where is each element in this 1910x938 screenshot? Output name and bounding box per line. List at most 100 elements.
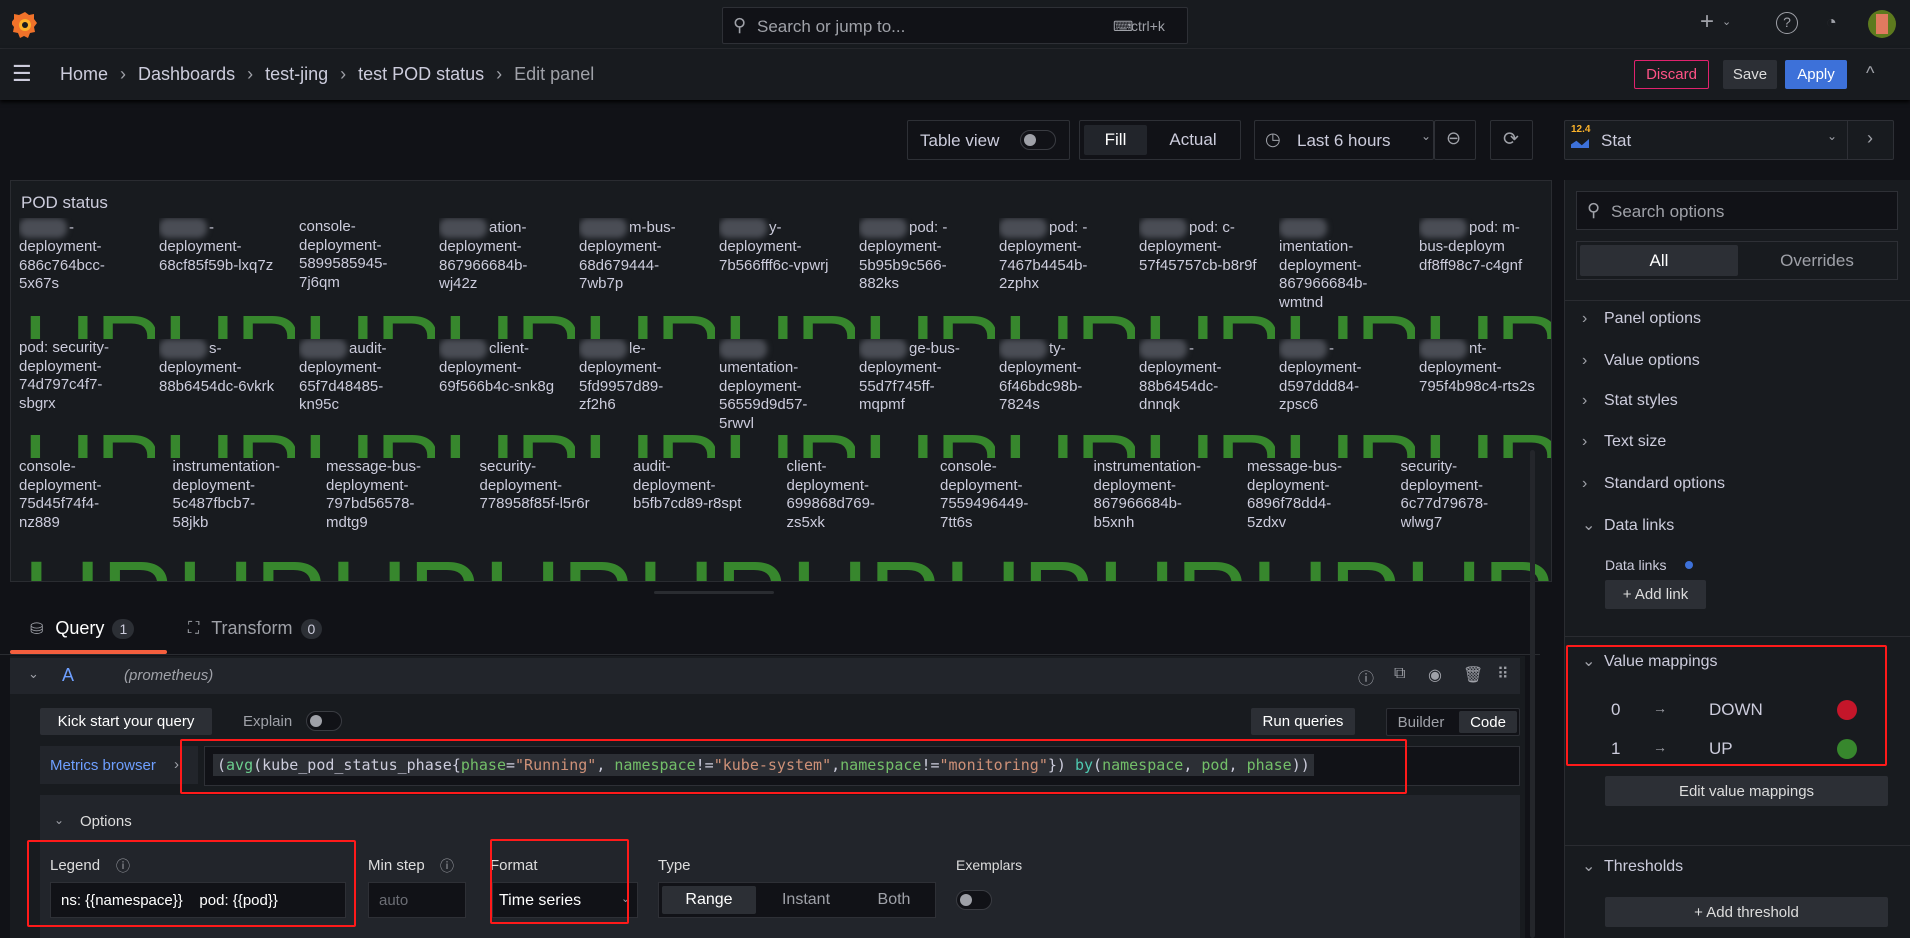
stat-cell[interactable]: UP pod: -deployment-5b95b9c566-882ks [859, 218, 995, 339]
discard-button[interactable]: Discard [1634, 60, 1709, 89]
explain-toggle[interactable] [306, 711, 342, 731]
add-threshold-button[interactable]: + Add threshold [1605, 897, 1888, 927]
section-value-options[interactable]: Value options [1582, 352, 1700, 370]
stat-cell[interactable]: UP message-bus-deployment-797bd56578-mdtg… [326, 458, 476, 581]
stat-cell[interactable]: UP ation-deployment-867966684b-wj42z [439, 218, 575, 339]
stat-cell[interactable]: UPnt-deployment-795f4b98c4-rts2s [1419, 339, 1551, 458]
section-text-size[interactable]: Text size [1582, 433, 1666, 451]
help-icon[interactable]: ? [1776, 12, 1798, 34]
options-title[interactable]: Options [80, 813, 132, 830]
section-thresholds[interactable]: Thresholds [1582, 856, 1683, 876]
stat-cell[interactable]: UP ty-deployment-6f46bdc98b-7824s [999, 339, 1135, 458]
stat-cell[interactable]: UP console-deployment-75d45f74f4-nz889 [19, 458, 169, 581]
stat-cell[interactable]: UP y-deployment-7b566fff6c-vpwrj [719, 218, 855, 339]
drag-handle-icon[interactable]: ⠿ [1497, 664, 1509, 684]
duplicate-icon[interactable]: ⧉ [1394, 665, 1405, 683]
run-queries-button[interactable]: Run queries [1251, 708, 1355, 735]
stat-cell[interactable]: UP -deployment-686c764bcc-5x67s [19, 218, 155, 339]
chevron-down-icon[interactable]: ⌄ [1722, 15, 1731, 28]
chevron-right-icon[interactable]: › [1867, 128, 1873, 149]
section-data-links[interactable]: Data links [1582, 515, 1674, 535]
stat-cell[interactable]: UP console-deployment-5899585945-7j6qm [299, 218, 435, 339]
exemplars-toggle[interactable] [956, 890, 992, 910]
breadcrumb-dashboard[interactable]: test POD status [358, 64, 484, 85]
query-ref-name[interactable]: A [62, 665, 74, 686]
type-both[interactable]: Both [855, 886, 933, 914]
stat-cell[interactable]: UPimentation-deployment-867966684b-wmtnd [1279, 218, 1415, 339]
apply-button[interactable]: Apply [1785, 60, 1847, 89]
refresh-button[interactable]: ⟳ [1490, 120, 1533, 160]
stat-cell[interactable]: UP client-deployment-699868d769-zs5xk [787, 458, 937, 581]
breadcrumb-home[interactable]: Home [60, 64, 108, 85]
section-panel-options[interactable]: Panel options [1582, 310, 1701, 328]
menu-icon[interactable]: ☰ [12, 63, 32, 85]
stat-cell[interactable]: UPumentation-deployment-56559d9d57-5rwvl [719, 339, 855, 458]
stat-cell[interactable]: UP -deployment-d597ddd84-zpsc6 [1279, 339, 1415, 458]
section-standard-options[interactable]: Standard options [1582, 475, 1725, 493]
zoom-out-button[interactable]: ⊖ [1434, 120, 1476, 160]
trash-icon[interactable]: 🗑 [1463, 665, 1483, 685]
chevron-down-icon[interactable]: ⌄ [54, 813, 64, 827]
section-stat-styles[interactable]: Stat styles [1582, 392, 1678, 410]
stat-cell[interactable]: UP -deployment-88b6454dc-dnnqk [1139, 339, 1275, 458]
table-view-toggle[interactable]: Table view [907, 120, 1070, 160]
query-expression[interactable]: (avg(kube_pod_status_phase{phase="Runnin… [213, 754, 1314, 776]
breadcrumb-dashboards[interactable]: Dashboards [138, 64, 235, 85]
stat-cell[interactable]: UP client-deployment-69f566b4c-snk8g [439, 339, 575, 458]
format-select[interactable]: Time series ⌄ [492, 882, 638, 918]
new-button[interactable]: + [1700, 8, 1714, 36]
stat-cell[interactable]: UP le-deployment-5fd9957d89-zf2h6 [579, 339, 715, 458]
tab-transform[interactable]: ⛶ Transform 0 [188, 618, 323, 639]
stat-cell[interactable]: UP security-deployment-778958f85f-l5r6r [480, 458, 630, 581]
stat-cell[interactable]: UP s-deployment-88b6454dc-6vkrk [159, 339, 295, 458]
query-row-header[interactable]: ⌄ A (prometheus) ⓘ ⧉ ◉ 🗑 ⠿ [10, 658, 1520, 694]
stat-cell[interactable]: UP pod: m-bus-deploym df8ff98c7-c4gnf [1419, 218, 1551, 339]
breadcrumb-folder[interactable]: test-jing [265, 64, 328, 85]
stat-cell[interactable]: UP console-deployment-7559496449-7tt6s [940, 458, 1090, 581]
stat-cell[interactable]: UP instrumentation-deployment-5c487fbcb7-… [173, 458, 323, 581]
grafana-logo-icon[interactable] [12, 10, 38, 40]
help-icon[interactable]: ⓘ [1358, 665, 1374, 689]
legend-input[interactable]: ns: {{namespace}} pod: {{pod}} [50, 882, 346, 918]
stat-cell[interactable]: UP audit-deployment-b5fb7cd89-r8spt [633, 458, 783, 581]
visualization-picker[interactable]: 12.4 Stat ⌄ › [1564, 120, 1894, 160]
stat-cell[interactable]: UP audit-deployment-65f7d48485-kn95c [299, 339, 435, 458]
fill-button[interactable]: Fill [1084, 125, 1147, 155]
tab-all[interactable]: All [1580, 245, 1738, 276]
type-range[interactable]: Range [662, 886, 756, 914]
min-step-input[interactable]: auto [368, 882, 466, 918]
stat-cell[interactable]: UP instrumentation-deployment-867966684b-… [1094, 458, 1244, 581]
table-view-switch[interactable] [1020, 130, 1056, 150]
query-editor[interactable]: (avg(kube_pod_status_phase{phase="Runnin… [204, 746, 1520, 786]
stat-cell[interactable]: UP security-deployment-6c77d79678-wlwg7 [1401, 458, 1551, 581]
avatar[interactable] [1868, 10, 1896, 38]
edit-value-mappings-button[interactable]: Edit value mappings [1605, 776, 1888, 806]
section-value-mappings[interactable]: Value mappings [1582, 651, 1718, 671]
search-options-input[interactable]: ⚲ Search options [1576, 191, 1898, 230]
type-instant[interactable]: Instant [759, 886, 853, 914]
eye-icon[interactable]: ◉ [1428, 665, 1442, 685]
stat-cell[interactable]: UP -deployment-68cf85f59b-lxq7z [159, 218, 295, 339]
stat-cell[interactable]: UP pod: c-deployment-57f45757cb-b8r9f [1139, 218, 1275, 339]
resize-handle[interactable] [654, 591, 774, 594]
stat-cell[interactable]: UP pod: security-deployment-74d797c4f7-sb… [19, 339, 155, 458]
scrollbar[interactable] [1530, 450, 1535, 938]
actual-button[interactable]: Actual [1150, 125, 1236, 155]
tab-overrides[interactable]: Overrides [1739, 245, 1895, 276]
stat-cell[interactable]: UP pod: -deployment-7467b4454b-2zphx [999, 218, 1135, 339]
time-picker[interactable]: ◷ Last 6 hours ⌄ [1254, 120, 1434, 160]
add-link-button[interactable]: + Add link [1605, 580, 1706, 609]
builder-mode-button[interactable]: Builder [1389, 711, 1453, 733]
code-mode-button[interactable]: Code [1459, 711, 1517, 733]
stat-cell[interactable]: UP message-bus-deployment-6896f78dd4-5zdx… [1247, 458, 1397, 581]
stat-cell[interactable]: UP ge-bus-deployment-55d7f745ff-mqpmf [859, 339, 995, 458]
stat-cell[interactable]: UP m-bus-deployment-68d679444-7wb7p [579, 218, 715, 339]
search-bar[interactable]: ⚲ Search or jump to... ⌨ ctrl+k [722, 7, 1188, 44]
save-button[interactable]: Save [1723, 60, 1777, 89]
kick-start-button[interactable]: Kick start your query [40, 708, 212, 735]
chevron-down-icon[interactable]: ⌄ [28, 666, 39, 682]
metrics-browser-button[interactable]: Metrics browser › [40, 746, 198, 784]
chevron-up-icon[interactable]: ^ [1866, 63, 1874, 84]
rss-icon[interactable]: ◔ [1826, 12, 1837, 33]
tab-query[interactable]: ⛁ Query 1 [20, 618, 135, 639]
